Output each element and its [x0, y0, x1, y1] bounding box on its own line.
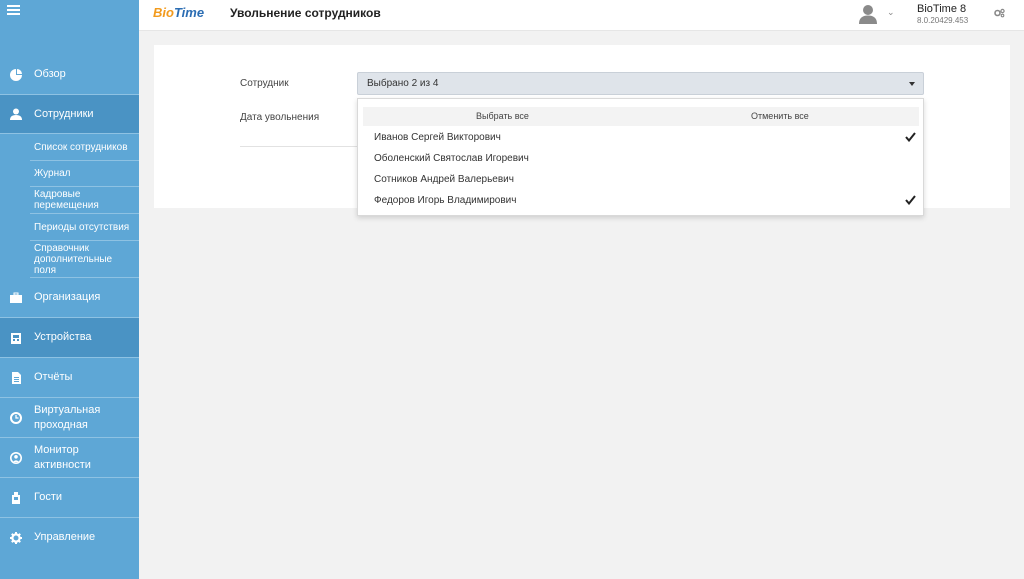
sidebar-subitem-label: Список сотрудников: [34, 141, 128, 153]
sidebar-item-employees[interactable]: Сотрудники: [0, 95, 139, 134]
sidebar-subitem-employee-list[interactable]: Список сотрудников: [30, 134, 139, 161]
checkmark-icon: [905, 195, 916, 205]
deselect-all-button[interactable]: Отменить все: [751, 111, 809, 121]
page-title: Увольнение сотрудников: [230, 6, 381, 20]
employee-dropdown: Выбрать все Отменить все Иванов Сергей В…: [357, 98, 924, 216]
logo-part-bio: Bio: [153, 5, 174, 20]
gear-icon: [10, 531, 22, 544]
chevron-down-icon[interactable]: ⌄: [887, 7, 895, 18]
sidebar-item-virtual-checkpoint[interactable]: Виртуальная проходная: [0, 398, 139, 438]
dropdown-option[interactable]: Оболенский Святослав Игоревич: [358, 149, 923, 170]
sidebar-subitem-absences[interactable]: Периоды отсутствия: [30, 214, 139, 241]
sidebar-item-label: Управление: [34, 531, 96, 543]
sidebar-item-overview[interactable]: Обзор: [0, 55, 139, 95]
sidebar-subitem-label: Журнал: [34, 168, 71, 179]
sidebar: Обзор Сотрудники Список сотрудников Журн…: [0, 0, 139, 579]
sidebar-item-label: Обзор: [34, 68, 66, 80]
sidebar-subitem-label: Кадровые перемещения: [34, 189, 99, 211]
option-label: Оболенский Святослав Игоревич: [374, 153, 529, 164]
sidebar-item-label: Виртуальная проходная: [34, 403, 101, 431]
sidebar-item-label: Гости: [34, 491, 63, 503]
dismiss-date-label: Дата увольнения: [240, 112, 320, 123]
dropdown-option[interactable]: Сотников Андрей Валерьевич: [358, 170, 923, 191]
menu-icon[interactable]: [7, 5, 20, 16]
checkmark-icon: [905, 132, 916, 142]
sidebar-item-management[interactable]: Управление: [0, 518, 139, 557]
sidebar-item-devices[interactable]: Устройства: [0, 318, 139, 358]
option-label: Сотников Андрей Валерьевич: [374, 174, 514, 185]
biotime-logo[interactable]: BioTime: [153, 5, 204, 20]
logo-part-time: Time: [173, 5, 205, 20]
sidebar-subitem-journal[interactable]: Журнал: [30, 161, 139, 187]
sidebar-item-activity-monitor[interactable]: Монитор активности: [0, 438, 139, 478]
select-all-button[interactable]: Выбрать все: [476, 111, 529, 121]
sidebar-item-guests[interactable]: Гости: [0, 478, 139, 518]
device-icon: [11, 332, 21, 344]
dropdown-option[interactable]: Федоров Игорь Владимирович: [358, 191, 923, 212]
dropdown-option[interactable]: Иванов Сергей Викторович: [358, 128, 923, 149]
briefcase-icon: [10, 292, 22, 303]
user-circle-icon: [10, 451, 22, 464]
settings-gear-icon[interactable]: [994, 8, 1005, 18]
sidebar-subitem-extra-fields[interactable]: Справочник дополнительные поля: [30, 241, 139, 278]
guest-icon: [12, 491, 20, 504]
sidebar-subitem-transfers[interactable]: Кадровые перемещения: [30, 187, 139, 214]
report-icon: [12, 371, 21, 384]
sidebar-item-label: Организация: [34, 291, 101, 303]
sidebar-item-label: Монитор активности: [34, 443, 91, 471]
top-bar: BioTime Увольнение сотрудников ⌄ BioTime…: [139, 0, 1024, 31]
option-label: Федоров Игорь Владимирович: [374, 195, 517, 206]
sidebar-item-label: Устройства: [34, 331, 92, 343]
employee-select[interactable]: Выбрано 2 из 4: [357, 72, 924, 95]
pie-chart-icon: [10, 68, 22, 81]
form-divider: [240, 146, 358, 147]
sidebar-item-organization[interactable]: Организация: [0, 278, 139, 318]
clock-icon: [10, 411, 22, 424]
employee-select-value: Выбрано 2 из 4: [367, 78, 439, 89]
sidebar-item-reports[interactable]: Отчёты: [0, 358, 139, 398]
employee-label: Сотрудник: [240, 78, 289, 89]
user-icon: [10, 108, 22, 120]
sidebar-subitem-label: Справочник дополнительные поля: [34, 242, 113, 276]
app-version: 8.0.20429.453: [917, 16, 969, 25]
dropdown-actions-bar: Выбрать все Отменить все: [363, 107, 919, 126]
option-label: Иванов Сергей Викторович: [374, 132, 501, 143]
app-name: BioTime 8: [917, 3, 967, 15]
sidebar-subitem-label: Периоды отсутствия: [34, 221, 130, 233]
caret-down-icon: [909, 82, 915, 86]
user-avatar-icon[interactable]: [859, 4, 877, 24]
sidebar-item-label: Отчёты: [34, 371, 73, 383]
sidebar-item-label: Сотрудники: [34, 107, 94, 120]
